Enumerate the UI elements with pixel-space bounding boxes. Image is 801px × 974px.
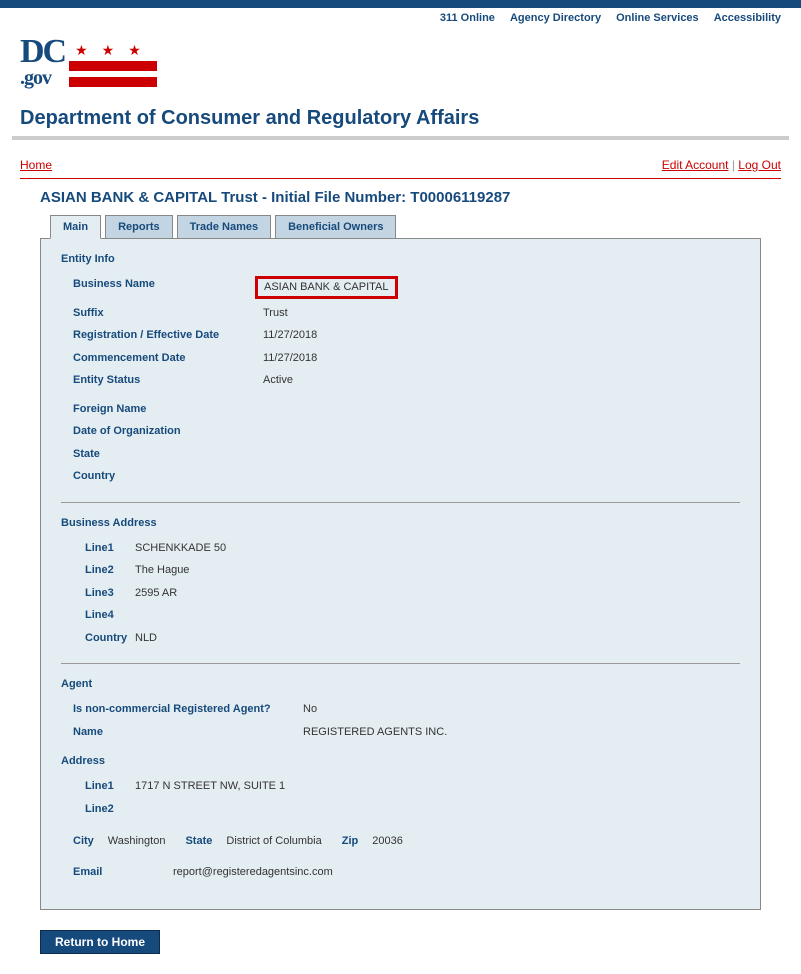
logo-gov: .gov <box>20 67 65 90</box>
bar-icon <box>69 77 157 87</box>
value-ba-line3: 2595 AR <box>135 585 177 602</box>
logo-flag-icon: ★ ★ ★ <box>69 42 157 93</box>
label-agent-state: State <box>185 833 212 850</box>
label-ba-line2: Line2 <box>85 562 135 579</box>
value-entity-status: Active <box>263 372 293 389</box>
tab-reports[interactable]: Reports <box>105 215 173 239</box>
label-agent-city: City <box>73 833 94 850</box>
value-ba-country: NLD <box>135 630 157 647</box>
value-agent-line1: 1717 N STREET NW, SUITE 1 <box>135 778 285 795</box>
divider <box>20 178 781 179</box>
value-agent-noncommercial: No <box>303 701 317 718</box>
link-accessibility[interactable]: Accessibility <box>714 12 781 24</box>
value-agent-name: REGISTERED AGENTS INC. <box>303 724 447 741</box>
tab-main[interactable]: Main <box>50 215 101 239</box>
logo-block: DC .gov ★ ★ ★ <box>0 28 801 101</box>
star-icon: ★ <box>75 42 88 59</box>
return-to-home-button[interactable]: Return to Home <box>40 930 160 954</box>
label-agent-email: Email <box>73 864 173 881</box>
label-ba-line3: Line3 <box>85 585 135 602</box>
label-entity-status: Entity Status <box>73 372 263 389</box>
value-ba-line2: The Hague <box>135 562 189 579</box>
section-agent: Agent <box>61 678 740 690</box>
label-agent-noncommercial: Is non-commercial Registered Agent? <box>73 701 303 718</box>
bar-icon <box>69 61 157 71</box>
value-business-name-highlight: ASIAN BANK & CAPITAL <box>255 276 398 299</box>
label-country: Country <box>73 468 263 485</box>
link-logout[interactable]: Log Out <box>738 158 781 172</box>
value-ba-line1: SCHENKKADE 50 <box>135 540 226 557</box>
value-commencement-date: 11/27/2018 <box>263 350 317 367</box>
value-agent-zip: 20036 <box>372 833 403 850</box>
label-ba-line4: Line4 <box>85 607 135 624</box>
section-entity-info: Entity Info <box>61 253 740 265</box>
value-agent-city: Washington <box>108 833 166 850</box>
department-title: Department of Consumer and Regulatory Af… <box>20 107 781 130</box>
link-online-services[interactable]: Online Services <box>616 12 699 24</box>
label-org-date: Date of Organization <box>73 423 263 440</box>
label-agent-name: Name <box>73 724 303 741</box>
label-agent-line1: Line1 <box>85 778 135 795</box>
section-business-address: Business Address <box>61 517 740 529</box>
label-commencement-date: Commencement Date <box>73 350 263 367</box>
link-311-online[interactable]: 311 Online <box>440 12 495 24</box>
value-reg-date: 11/27/2018 <box>263 327 317 344</box>
label-agent-address: Address <box>61 755 740 767</box>
tabs: Main Reports Trade Names Beneficial Owne… <box>40 215 761 239</box>
star-icon: ★ <box>128 42 141 59</box>
label-reg-date: Registration / Effective Date <box>73 327 263 344</box>
logo-text: DC .gov <box>20 38 65 90</box>
label-ba-line1: Line1 <box>85 540 135 557</box>
star-icon: ★ <box>102 42 115 59</box>
main-panel: Entity Info Business Name ASIAN BANK & C… <box>40 238 761 910</box>
tab-beneficial-owners[interactable]: Beneficial Owners <box>275 215 396 239</box>
link-agency-directory[interactable]: Agency Directory <box>510 12 601 24</box>
label-state: State <box>73 446 263 463</box>
tab-trade-names[interactable]: Trade Names <box>177 215 271 239</box>
divider <box>61 663 740 664</box>
label-agent-zip: Zip <box>342 833 359 850</box>
value-agent-email: report@registeredagentsinc.com <box>173 864 333 881</box>
top-links: 311 Online Agency Directory Online Servi… <box>0 8 801 28</box>
logo-dc: DC <box>20 38 65 67</box>
top-bar <box>0 0 801 8</box>
divider <box>61 502 740 503</box>
label-foreign-name: Foreign Name <box>73 401 263 418</box>
value-suffix: Trust <box>263 305 288 322</box>
link-home[interactable]: Home <box>20 158 52 172</box>
label-ba-country: Country <box>85 630 135 647</box>
entity-title: ASIAN BANK & CAPITAL Trust - Initial Fil… <box>40 189 761 206</box>
link-edit-account[interactable]: Edit Account <box>662 158 729 172</box>
label-business-name: Business Name <box>73 276 263 299</box>
label-agent-line2: Line2 <box>85 801 135 818</box>
value-agent-state: District of Columbia <box>226 833 321 850</box>
label-suffix: Suffix <box>73 305 263 322</box>
